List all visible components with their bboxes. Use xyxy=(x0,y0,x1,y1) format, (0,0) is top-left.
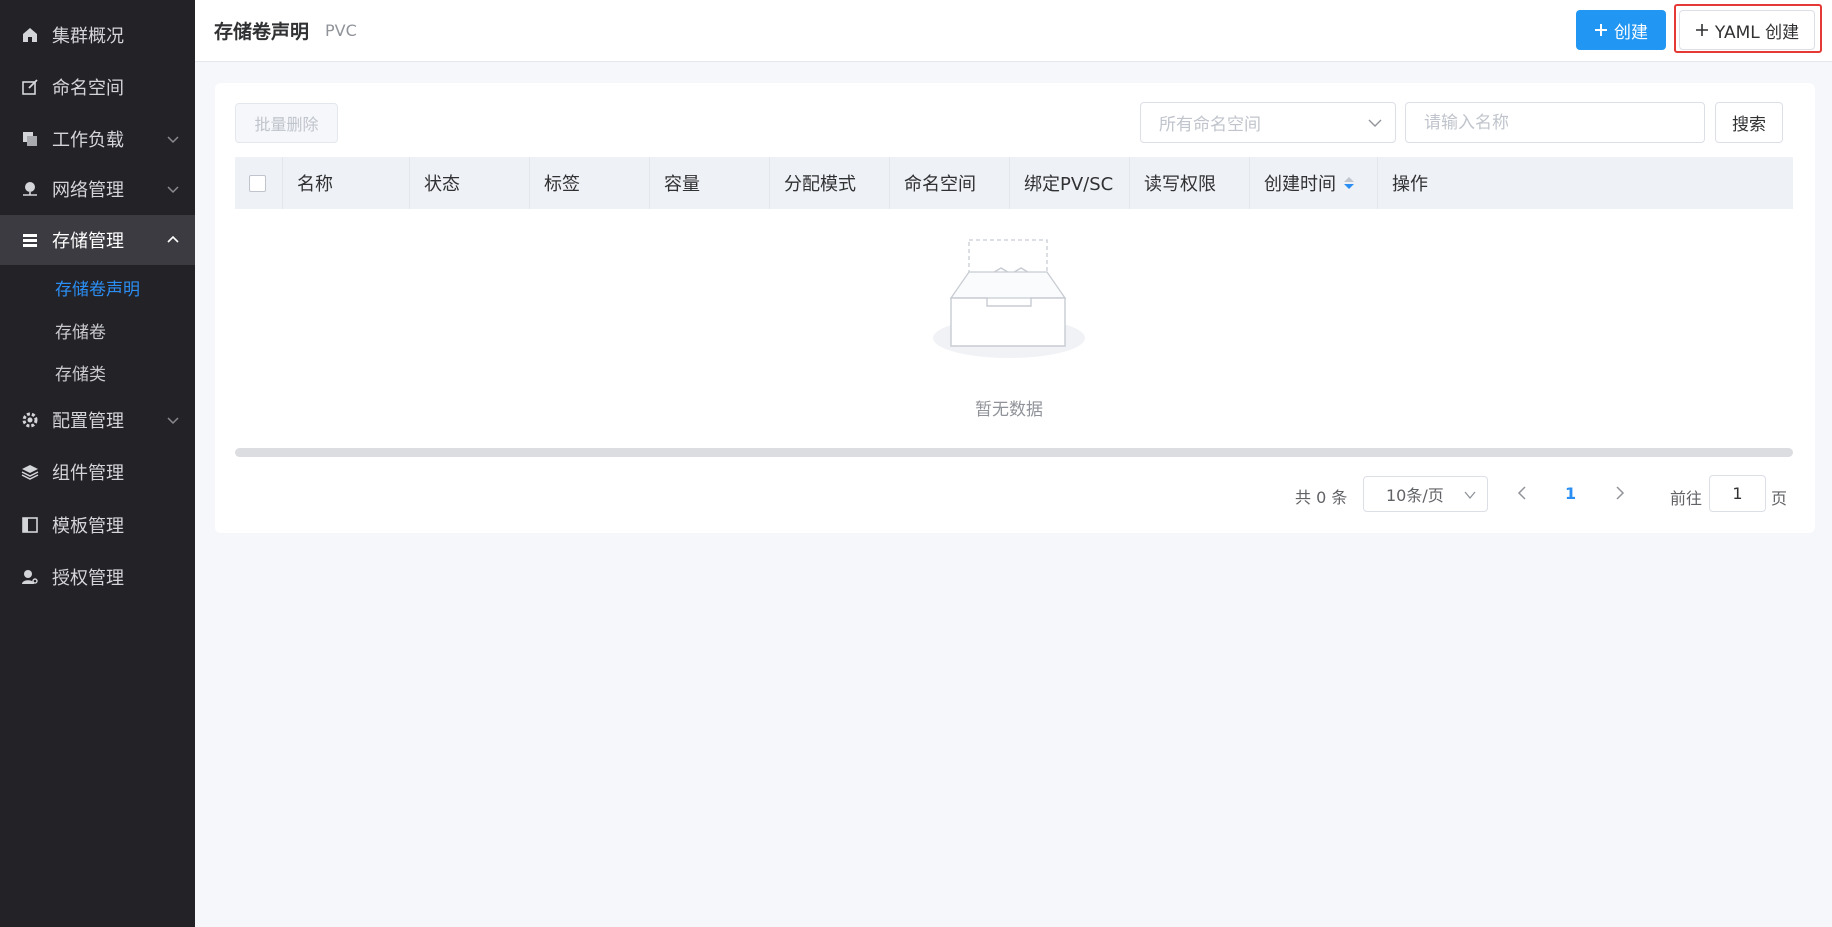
sidebar-item-storage[interactable]: 存储管理 xyxy=(0,215,195,265)
home-icon xyxy=(20,25,40,45)
chevron-up-icon xyxy=(167,235,179,243)
sidebar-item-label: 授权管理 xyxy=(52,568,124,589)
column-header-created-time[interactable]: 创建时间 xyxy=(1250,157,1378,209)
page-size-select[interactable]: 10条/页 xyxy=(1363,476,1488,512)
sort-icon[interactable] xyxy=(1344,177,1354,189)
select-all-cell xyxy=(235,157,283,209)
chevron-down-icon xyxy=(167,417,179,425)
namespace-select-placeholder: 所有命名空间 xyxy=(1159,115,1261,135)
search-button[interactable]: 搜索 xyxy=(1715,102,1783,143)
sidebar-item-config[interactable]: 配置管理 xyxy=(0,395,195,445)
page-subtitle: PVC xyxy=(325,21,357,40)
sidebar-item-label: 组件管理 xyxy=(52,463,124,484)
sidebar-item-cluster-overview[interactable]: 集群概况 xyxy=(0,10,195,60)
yaml-create-button[interactable]: YAML 创建 xyxy=(1679,10,1815,50)
chevron-left-icon[interactable] xyxy=(1515,485,1529,501)
sidebar-item-workload[interactable]: 工作负载 xyxy=(0,114,195,164)
sidebar-subitem-pv[interactable]: 存储卷 xyxy=(0,310,195,350)
sidebar-item-label: 集群概况 xyxy=(52,26,124,47)
page-number-current[interactable]: 1 xyxy=(1565,484,1576,503)
sidebar-item-components[interactable]: 组件管理 xyxy=(0,447,195,497)
empty-state-text: 暂无数据 xyxy=(975,400,1043,420)
chevron-down-icon xyxy=(1464,491,1476,500)
column-header-namespace[interactable]: 命名空间 xyxy=(890,157,1010,209)
sidebar: 集群概况 命名空间 工作负载 网络管理 存储管理 存储卷声明 存储卷 存储类 配… xyxy=(0,0,195,927)
page-title: 存储卷声明 xyxy=(214,21,310,43)
column-header-label: 创建时间 xyxy=(1264,174,1336,195)
goto-suffix: 页 xyxy=(1771,489,1788,508)
sidebar-item-label: 工作负载 xyxy=(52,130,124,151)
chevron-down-icon xyxy=(167,186,179,194)
empty-inbox-icon xyxy=(933,239,1085,358)
user-key-icon xyxy=(20,567,40,587)
batch-delete-button[interactable]: 批量删除 xyxy=(235,103,338,143)
plus-icon xyxy=(1695,24,1708,36)
layers-icon xyxy=(20,462,40,482)
goto-page-input[interactable] xyxy=(1709,475,1766,512)
page-size-value: 10条/页 xyxy=(1386,486,1444,505)
sidebar-subitem-label: 存储类 xyxy=(55,364,106,385)
sidebar-item-label: 模板管理 xyxy=(52,516,124,537)
chevron-down-icon xyxy=(1368,119,1382,127)
yaml-create-button-label: YAML 创建 xyxy=(1714,22,1800,43)
sidebar-subitem-label: 存储卷声明 xyxy=(55,279,140,300)
sidebar-subitem-label: 存储卷 xyxy=(55,322,106,343)
sidebar-item-label: 配置管理 xyxy=(52,411,124,432)
content-card: 批量删除 所有命名空间 搜索 名称 状态 标签 容量 分配模式 命名空间 绑定P… xyxy=(215,83,1815,533)
sidebar-item-authorization[interactable]: 授权管理 xyxy=(0,552,195,602)
column-header-capacity[interactable]: 容量 xyxy=(650,157,770,209)
column-header-status[interactable]: 状态 xyxy=(410,157,530,209)
column-header-name[interactable]: 名称 xyxy=(283,157,410,209)
pagination-total: 共 0 条 xyxy=(1295,488,1348,507)
sidebar-item-label: 网络管理 xyxy=(52,180,124,201)
goto-label: 前往 xyxy=(1670,489,1703,508)
sidebar-item-templates[interactable]: 模板管理 xyxy=(0,500,195,550)
column-header-allocation-mode[interactable]: 分配模式 xyxy=(770,157,890,209)
network-icon xyxy=(20,179,40,199)
column-header-labels[interactable]: 标签 xyxy=(530,157,650,209)
create-button[interactable]: 创建 xyxy=(1576,10,1666,50)
page-header: 存储卷声明 PVC 创建 YAML 创建 xyxy=(195,0,1832,62)
search-input[interactable] xyxy=(1405,102,1705,143)
sidebar-item-label: 命名空间 xyxy=(52,78,124,99)
chevron-right-icon[interactable] xyxy=(1613,485,1627,501)
chevron-down-icon xyxy=(167,136,179,144)
template-icon xyxy=(20,515,40,535)
storage-icon xyxy=(20,230,40,250)
column-header-bound-pv-sc[interactable]: 绑定PV/SC xyxy=(1010,157,1130,209)
copy-icon xyxy=(20,129,40,149)
sidebar-item-label: 存储管理 xyxy=(52,231,124,252)
namespace-select[interactable]: 所有命名空间 xyxy=(1140,102,1396,143)
horizontal-scrollbar[interactable] xyxy=(235,448,1793,457)
sidebar-item-namespace[interactable]: 命名空间 xyxy=(0,62,195,112)
select-all-checkbox[interactable] xyxy=(249,174,266,192)
table-header: 名称 状态 标签 容量 分配模式 命名空间 绑定PV/SC 读写权限 创建时间 … xyxy=(235,157,1793,209)
create-button-label: 创建 xyxy=(1614,22,1648,43)
gear-icon xyxy=(20,410,40,430)
column-header-access-mode[interactable]: 读写权限 xyxy=(1130,157,1250,209)
sidebar-subitem-storageclass[interactable]: 存储类 xyxy=(0,352,195,392)
edit-square-icon xyxy=(20,77,40,97)
sidebar-subitem-pvc[interactable]: 存储卷声明 xyxy=(0,267,195,307)
sidebar-item-network[interactable]: 网络管理 xyxy=(0,164,195,214)
plus-icon xyxy=(1595,24,1607,36)
column-header-actions: 操作 xyxy=(1392,174,1428,195)
